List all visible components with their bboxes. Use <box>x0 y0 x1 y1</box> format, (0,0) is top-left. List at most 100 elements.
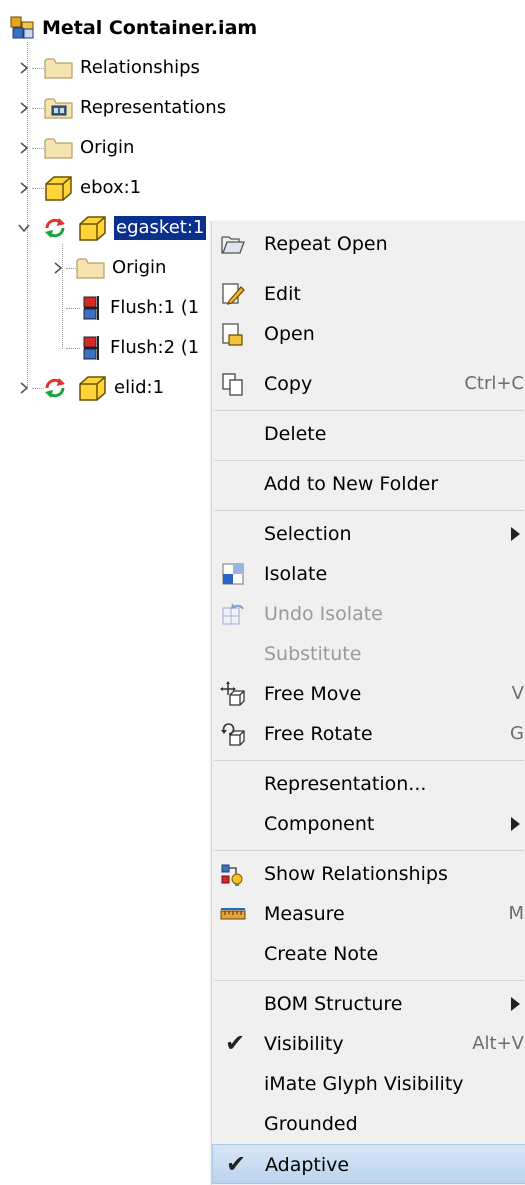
menu-item-shortcut: Ctrl+C <box>464 373 524 394</box>
part-icon <box>79 216 106 241</box>
edit-icon <box>222 283 245 305</box>
submenu-arrow-icon <box>511 527 520 541</box>
tree-item-origin-child[interactable]: Origin <box>50 252 166 284</box>
menu-separator <box>214 760 524 761</box>
menu-item-label: Isolate <box>264 563 328 585</box>
menu-item-label: Open <box>264 323 315 345</box>
menu-item-grounded[interactable]: Grounded <box>212 1104 525 1144</box>
menu-item-free-move[interactable]: Free Move V <box>212 674 525 714</box>
menu-item-delete[interactable]: Delete <box>212 414 525 454</box>
checkmark-icon: ✔ <box>226 1150 247 1178</box>
menu-item-isolate[interactable]: Isolate <box>212 554 525 594</box>
tree-item-label-selected: egasket:1 <box>114 216 207 240</box>
menu-item-add-to-new-folder[interactable]: Add to New Folder <box>212 464 525 504</box>
copy-icon <box>222 373 243 396</box>
menu-item-label: Copy <box>264 373 313 395</box>
tree-item-label: Flush:1 (1 <box>110 297 200 318</box>
menu-item-label: Representation... <box>264 773 427 795</box>
menu-item-shortcut: Alt+V <box>472 1033 524 1054</box>
adaptive-icon <box>45 218 65 238</box>
menu-item-label: Delete <box>264 423 327 445</box>
menu-item-label: Edit <box>264 283 301 305</box>
menu-item-label: BOM Structure <box>264 993 403 1015</box>
chevron-right-icon[interactable] <box>16 100 32 116</box>
menu-item-bom-structure[interactable]: BOM Structure <box>212 984 525 1024</box>
menu-item-free-rotate[interactable]: Free Rotate G <box>212 714 525 754</box>
menu-item-copy[interactable]: Copy Ctrl+C <box>212 364 525 404</box>
flush-constraint-icon <box>83 296 99 320</box>
tree-item-label: Flush:2 (1 <box>110 337 200 358</box>
folder-icon <box>44 58 73 79</box>
chevron-right-icon[interactable] <box>16 380 32 396</box>
menu-item-substitute[interactable]: Substitute <box>212 634 525 674</box>
tree-item-representations[interactable]: Representations <box>16 92 226 124</box>
tree-item-elid[interactable]: elid:1 <box>16 372 164 404</box>
folder-icon <box>44 138 73 159</box>
tree-item-egasket[interactable]: egasket:1 <box>16 212 207 244</box>
menu-item-shortcut: V <box>511 683 524 704</box>
tree-item-label: Relationships <box>80 57 200 78</box>
menu-separator <box>214 510 524 511</box>
tree-item-flush-2[interactable]: Flush:2 (1 <box>80 332 199 364</box>
menu-item-adaptive[interactable]: ✔ Adaptive <box>212 1144 525 1184</box>
show-relationships-icon <box>221 864 243 886</box>
tree-item-label: Origin <box>112 257 167 278</box>
part-icon <box>79 376 106 401</box>
menu-item-label: Adaptive <box>265 1154 350 1176</box>
submenu-arrow-icon <box>511 997 520 1011</box>
open-document-icon <box>222 323 243 346</box>
menu-item-create-note[interactable]: Create Note <box>212 934 525 974</box>
menu-item-label: iMate Glyph Visibility <box>264 1073 464 1095</box>
menu-item-label: Create Note <box>264 943 379 965</box>
tree-item-origin[interactable]: Origin <box>16 132 134 164</box>
menu-item-representation[interactable]: Representation... <box>212 764 525 804</box>
menu-item-label: Free Rotate <box>264 723 373 745</box>
menu-item-component[interactable]: Component <box>212 804 525 844</box>
assembly-icon <box>10 16 34 39</box>
tree-item-label: elid:1 <box>114 377 165 398</box>
context-menu: Repeat Open Edit Open Copy Ctrl+C Delete… <box>211 221 525 1185</box>
tree-item-label: ebox:1 <box>80 177 142 198</box>
menu-item-shortcut: M <box>508 903 524 924</box>
tree-item-flush-1[interactable]: Flush:1 (1 <box>80 292 199 324</box>
chevron-right-icon[interactable] <box>16 140 32 156</box>
menu-item-label: Add to New Folder <box>264 473 439 495</box>
chevron-right-icon[interactable] <box>16 60 32 76</box>
menu-item-imate-glyph-visibility[interactable]: iMate Glyph Visibility <box>212 1064 525 1104</box>
menu-separator <box>214 460 524 461</box>
menu-item-label: Selection <box>264 523 352 545</box>
menu-item-label: Visibility <box>264 1033 344 1055</box>
chevron-down-icon[interactable] <box>16 220 32 236</box>
free-rotate-icon <box>221 723 245 746</box>
chevron-right-icon[interactable] <box>16 180 32 196</box>
free-move-icon <box>220 681 245 706</box>
menu-separator <box>214 980 524 981</box>
tree-root[interactable]: Metal Container.iam <box>10 12 257 44</box>
menu-item-label: Repeat Open <box>264 233 388 255</box>
tree-item-label: Origin <box>80 137 135 158</box>
menu-item-show-relationships[interactable]: Show Relationships <box>212 854 525 894</box>
menu-item-measure[interactable]: Measure M <box>212 894 525 934</box>
menu-item-label: Free Move <box>264 683 362 705</box>
menu-item-edit[interactable]: Edit <box>212 274 525 314</box>
menu-item-label: Component <box>264 813 375 835</box>
representations-icon <box>44 98 73 119</box>
ruler-icon <box>220 908 246 920</box>
tree-item-label: Representations <box>80 97 227 118</box>
menu-item-visibility[interactable]: ✔ Visibility Alt+V <box>212 1024 525 1064</box>
menu-item-label: Substitute <box>264 643 362 665</box>
menu-separator <box>214 850 524 851</box>
tree-item-ebox[interactable]: ebox:1 <box>16 172 141 204</box>
menu-separator <box>214 410 524 411</box>
flush-constraint-icon <box>83 336 99 360</box>
tree-item-relationships[interactable]: Relationships <box>16 52 200 84</box>
chevron-right-icon[interactable] <box>50 260 66 276</box>
adaptive-icon <box>45 378 65 398</box>
folder-open-icon <box>221 236 245 254</box>
checkmark-icon: ✔ <box>225 1029 246 1057</box>
menu-item-selection[interactable]: Selection <box>212 514 525 554</box>
menu-item-open[interactable]: Open <box>212 314 525 354</box>
menu-item-shortcut: G <box>510 723 524 744</box>
menu-item-repeat-open[interactable]: Repeat Open <box>212 224 525 264</box>
menu-item-undo-isolate[interactable]: Undo Isolate <box>212 594 525 634</box>
